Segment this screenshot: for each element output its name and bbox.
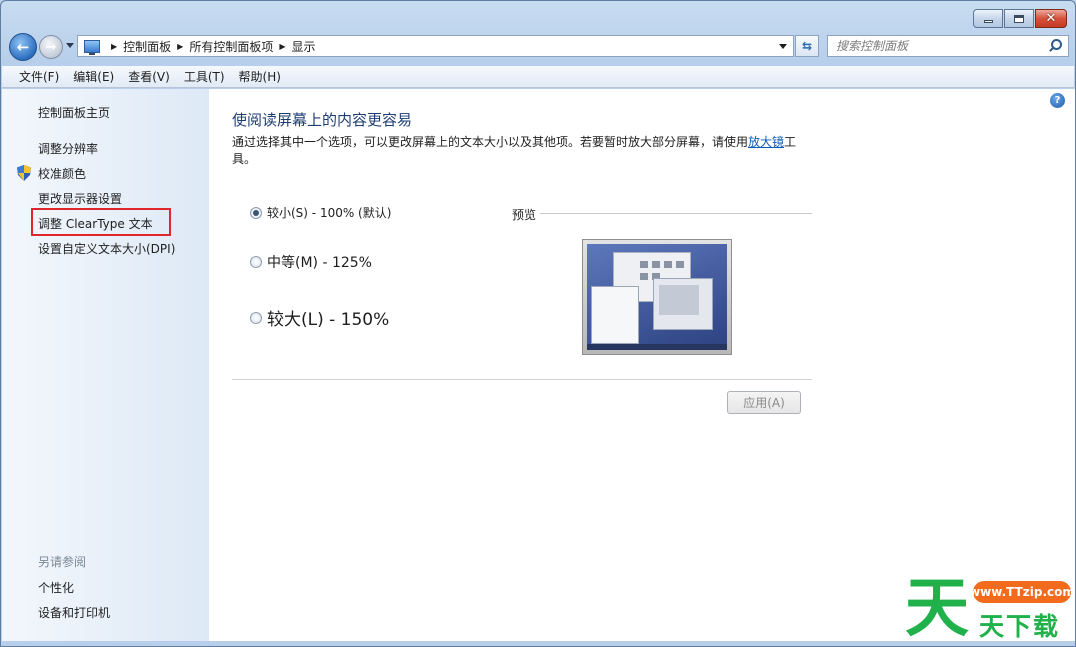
menu-edit[interactable]: 编辑(E) [66,67,121,87]
watermark-text: 天下载 [979,612,1061,641]
breadcrumb-chevron-icon[interactable]: ▶ [177,42,183,51]
search-box[interactable] [827,35,1069,57]
help-icon[interactable]: ? [1050,93,1065,108]
preview-screen [587,244,727,350]
page-description: 通过选择其中一个选项，可以更改屏幕上的文本大小以及其他项。若要暂时放大部分屏幕，… [232,134,802,168]
see-also-heading: 另请参阅 [38,555,87,569]
option-smaller[interactable]: 较小(S) - 100% (默认) [250,204,391,221]
maximize-icon [1014,14,1024,23]
back-button[interactable]: ← [9,33,37,61]
back-arrow-icon: ← [16,38,30,56]
menu-help[interactable]: 帮助(H) [232,67,288,87]
address-bar[interactable]: ▶ 控制面板 ▶ 所有控制面板项 ▶ 显示 [77,35,794,57]
breadcrumb-display[interactable]: 显示 [292,38,316,55]
minimize-icon [983,20,993,23]
maximize-button[interactable] [1004,9,1034,28]
option-larger-label: 较大(L) - 150% [267,310,390,330]
section-divider [232,379,812,380]
highlight-box [31,208,171,236]
watermark-url: www.TTzip.com [969,581,1075,603]
refresh-icon: ⇆ [801,39,813,53]
sidebar-item-resolution[interactable]: 调整分辨率 [38,140,98,157]
sidebar-item-home[interactable]: 控制面板主页 [38,104,110,121]
menu-tools[interactable]: 工具(T) [177,67,232,87]
sidebar-item-devices-printers[interactable]: 设备和打印机 [38,604,110,621]
minimize-button[interactable] [973,9,1003,28]
left-nav-pane: 控制面板主页 调整分辨率 校准颜色 更改显示器设置 调整 ClearType 文… [2,89,209,641]
search-input[interactable] [828,37,1047,55]
main-pane: ? 使阅读屏幕上的内容更容易 通过选择其中一个选项，可以更改屏幕上的文本大小以及… [209,89,1075,641]
shield-icon [17,165,31,181]
forward-arrow-icon: → [45,39,57,55]
apply-button[interactable]: 应用(A) [727,391,801,414]
radio-larger[interactable] [250,311,262,324]
sidebar-item-personalization[interactable]: 个性化 [38,579,74,596]
preview-label: 预览 [512,208,537,222]
sidebar-item-display-settings[interactable]: 更改显示器设置 [38,190,122,207]
option-medium-label: 中等(M) - 125% [267,255,372,271]
breadcrumb-chevron-icon[interactable]: ▶ [111,42,117,51]
address-dropdown-icon[interactable] [779,44,787,49]
forward-button[interactable]: → [39,35,63,59]
breadcrumb-control-panel[interactable]: 控制面板 [123,38,171,55]
preview-window [653,278,713,330]
option-larger[interactable]: 较大(L) - 150% [250,305,389,330]
close-icon: ✕ [1045,11,1057,26]
magnifier-link[interactable]: 放大镜 [748,135,784,149]
menu-view[interactable]: 查看(V) [121,67,177,87]
menu-file[interactable]: 文件(F) [12,67,66,87]
page-title: 使阅读屏幕上的内容更容易 [232,111,413,129]
preview-taskbar [587,344,727,350]
preview-window [591,286,639,344]
description-text: 通过选择其中一个选项，可以更改屏幕上的文本大小以及其他项。若要暂时放大部分屏幕，… [232,135,749,149]
preview-image [582,239,732,355]
sidebar-item-calibrate-color[interactable]: 校准颜色 [38,165,86,182]
radio-smaller[interactable] [250,206,262,219]
breadcrumb-all-items[interactable]: 所有控制面板项 [189,38,273,55]
refresh-button[interactable]: ⇆ [795,35,819,57]
control-panel-icon [84,39,100,55]
option-smaller-label: 较小(S) - 100% (默认) [267,206,392,220]
control-panel-window: ✕ ← → ▶ 控制面板 ▶ 所有控制面板项 ▶ 显示 ⇆ 文件(F) 编辑(E… [0,0,1076,647]
close-button[interactable]: ✕ [1035,9,1067,28]
watermark-logo: 天 www.TTzip.com 天下载 [903,572,1075,646]
search-icon[interactable] [1047,38,1063,54]
preview-divider [540,213,812,214]
watermark-char: 天 [905,572,969,646]
recent-pages-dropdown[interactable] [66,43,74,48]
option-medium[interactable]: 中等(M) - 125% [250,252,372,272]
caption-buttons: ✕ [973,9,1067,28]
menu-bar: 文件(F) 编辑(E) 查看(V) 工具(T) 帮助(H) [2,66,1074,88]
radio-medium[interactable] [250,256,262,268]
breadcrumb-chevron-icon[interactable]: ▶ [279,42,285,51]
sidebar-item-custom-dpi[interactable]: 设置自定义文本大小(DPI) [38,240,175,257]
